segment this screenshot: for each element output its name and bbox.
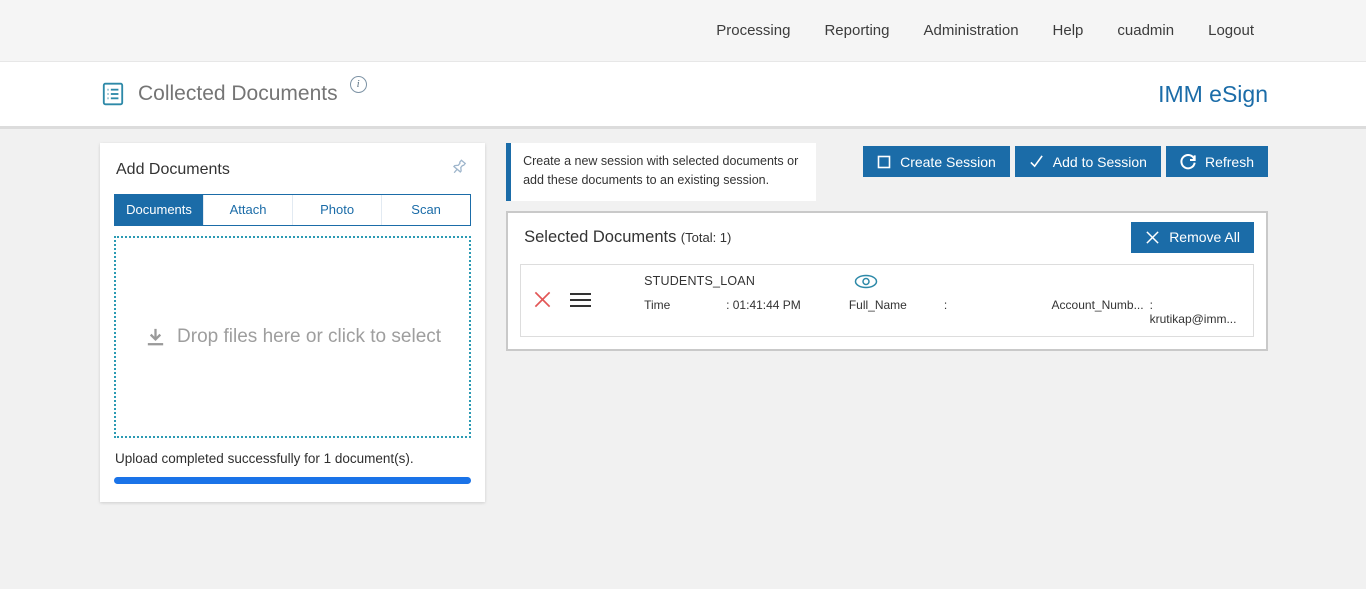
field-label-fullname: Full_Name xyxy=(848,297,907,312)
create-session-button[interactable]: Create Session xyxy=(863,146,1010,177)
remove-all-label: Remove All xyxy=(1169,229,1240,246)
add-documents-panel: Add Documents Documents Attach Photo Sca… xyxy=(100,143,486,502)
tab-documents[interactable]: Documents xyxy=(115,195,204,225)
info-icon[interactable]: i xyxy=(349,75,367,93)
dropzone-label: Drop files here or click to select xyxy=(177,326,442,347)
field-value-fullname: : xyxy=(943,297,948,312)
add-documents-title: Add Documents xyxy=(116,160,230,178)
field-label-account-number: Account_Numb... xyxy=(1051,297,1144,312)
field-label-time: Time xyxy=(644,297,671,312)
selected-documents-panel: Selected Documents (Total: 1) Remove All xyxy=(506,210,1268,351)
delete-row-icon[interactable] xyxy=(533,290,552,309)
refresh-button[interactable]: Refresh xyxy=(1165,146,1268,177)
main-content: Add Documents Documents Attach Photo Sca… xyxy=(0,129,1366,502)
nav-item-processing[interactable]: Processing xyxy=(716,22,790,39)
drag-handle-icon[interactable] xyxy=(569,291,592,309)
upload-status-text: Upload completed successfully for 1 docu… xyxy=(115,451,414,466)
brand-logo: IMM eSign xyxy=(1158,80,1268,107)
pin-icon[interactable] xyxy=(449,157,469,182)
field-value-time: : 01:41:44 PM xyxy=(726,297,801,312)
add-documents-tabs: Documents Attach Photo Scan xyxy=(114,194,472,226)
create-session-icon xyxy=(877,155,891,169)
refresh-icon xyxy=(1180,153,1196,170)
tab-photo[interactable]: Photo xyxy=(292,195,382,225)
remove-all-icon xyxy=(1145,230,1160,245)
tab-scan[interactable]: Scan xyxy=(381,195,471,225)
add-to-session-button[interactable]: Add to Session xyxy=(1014,146,1161,177)
session-info-box: Create a new session with selected docum… xyxy=(506,143,817,201)
add-to-session-label: Add to Session xyxy=(1052,153,1147,170)
session-buttons: Create Session Add to Session Refresh xyxy=(863,146,1268,177)
selected-documents-total: (Total: 1) xyxy=(680,229,732,245)
page-title: Collected Documents xyxy=(138,82,338,105)
collected-documents-icon xyxy=(100,81,126,107)
file-dropzone[interactable]: Drop files here or click to select xyxy=(114,236,472,438)
field-value-account-number: : krutikap@imm... xyxy=(1149,297,1237,326)
nav-item-logout[interactable]: Logout xyxy=(1208,22,1254,39)
top-navigation: Processing Reporting Administration Help… xyxy=(0,0,1366,61)
remove-all-button[interactable]: Remove All xyxy=(1131,221,1254,253)
document-name: STUDENTS_LOAN xyxy=(644,274,756,289)
session-area: Create a new session with selected docum… xyxy=(506,143,1268,351)
page-header: Collected Documents i IMM eSign xyxy=(0,61,1366,129)
selected-documents-title: Selected Documents xyxy=(524,227,677,246)
refresh-label: Refresh xyxy=(1204,153,1254,170)
nav-item-reporting[interactable]: Reporting xyxy=(824,22,889,39)
document-row: STUDENTS_LOAN Time : 01:41:44 PM Full_Na… xyxy=(520,263,1254,337)
nav-item-administration[interactable]: Administration xyxy=(924,22,1019,39)
upload-progress-bar xyxy=(114,477,472,484)
nav-item-help[interactable]: Help xyxy=(1053,22,1084,39)
create-session-label: Create Session xyxy=(900,153,996,170)
nav-item-cuadmin[interactable]: cuadmin xyxy=(1117,22,1174,39)
add-to-session-icon xyxy=(1029,154,1044,169)
tab-attach[interactable]: Attach xyxy=(203,195,293,225)
download-icon xyxy=(144,326,167,349)
preview-icon[interactable] xyxy=(854,274,878,289)
